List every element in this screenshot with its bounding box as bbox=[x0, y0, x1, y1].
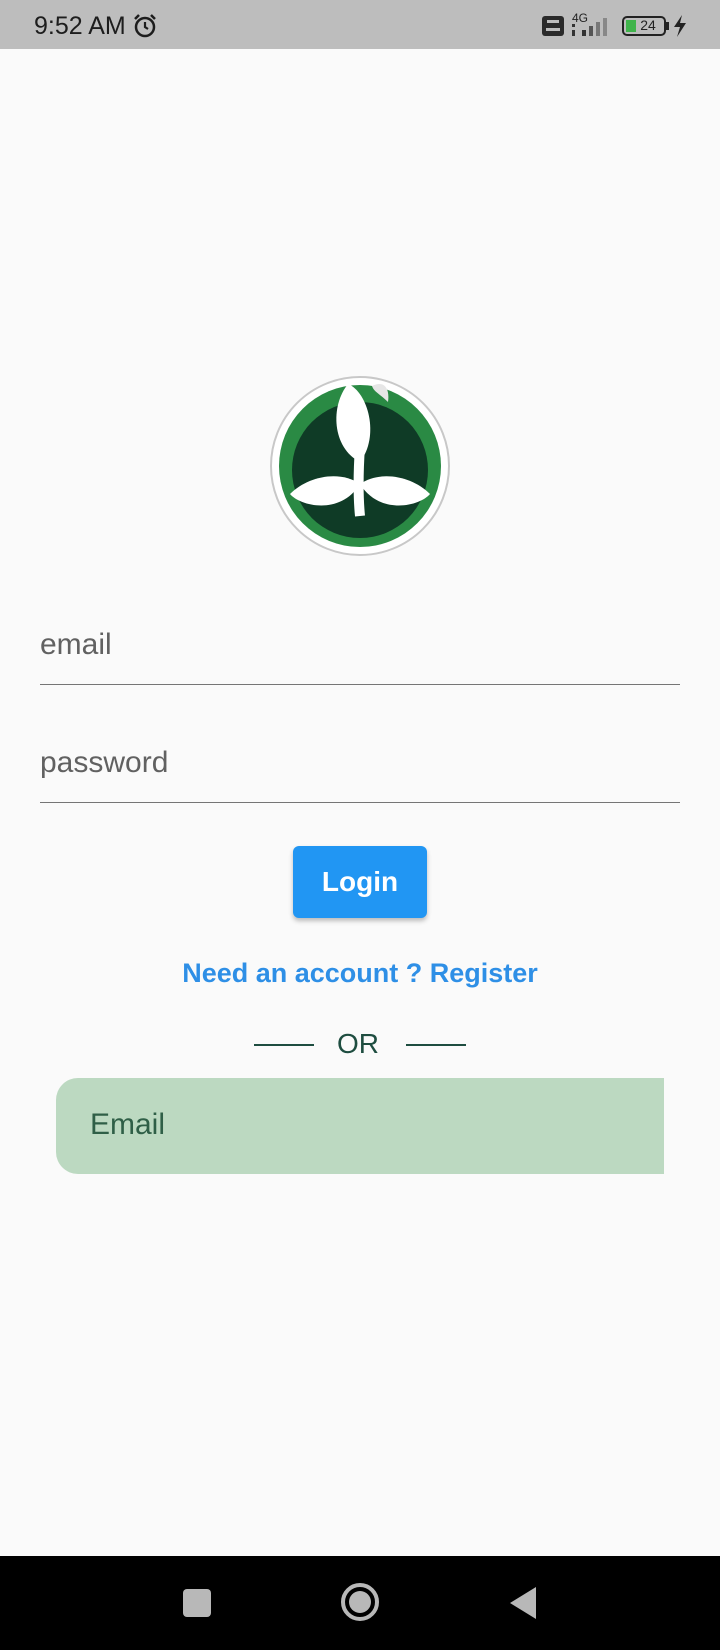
status-time: 9:52 AM bbox=[34, 12, 126, 40]
email-field[interactable]: email bbox=[40, 614, 680, 685]
navigation-bar bbox=[0, 1556, 720, 1650]
divider-line-right bbox=[406, 1044, 466, 1046]
or-divider: OR bbox=[0, 1026, 720, 1062]
signal-icon bbox=[572, 18, 607, 36]
volte-icon bbox=[542, 16, 564, 36]
recent-apps-icon[interactable] bbox=[182, 1588, 212, 1618]
back-icon[interactable] bbox=[508, 1586, 538, 1620]
alarm-icon bbox=[134, 14, 156, 38]
battery-level: 24 bbox=[640, 17, 656, 33]
email-login-placeholder: Email bbox=[90, 1108, 166, 1141]
register-link[interactable]: Need an account ? Register bbox=[0, 958, 720, 989]
password-field[interactable]: password bbox=[40, 732, 680, 803]
home-icon[interactable] bbox=[340, 1582, 380, 1622]
password-placeholder: password bbox=[40, 746, 169, 779]
divider-line-left bbox=[254, 1044, 314, 1046]
login-button[interactable]: Login bbox=[293, 846, 427, 918]
or-text: OR bbox=[337, 1028, 379, 1059]
email-login-input[interactable]: Email bbox=[56, 1078, 664, 1174]
plant-leaf-logo bbox=[270, 376, 450, 556]
email-placeholder: email bbox=[40, 628, 112, 661]
charging-icon bbox=[674, 15, 686, 37]
status-bar: 9:52 AM 4G 24 bbox=[0, 0, 720, 49]
